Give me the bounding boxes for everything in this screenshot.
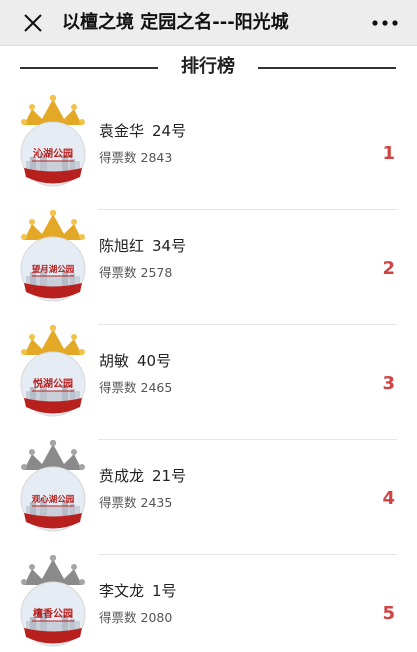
park-label: 沁湖公园	[33, 147, 73, 160]
park-label: 观心湖公园	[32, 494, 75, 504]
avatar: 望月湖公园	[20, 210, 86, 302]
rank-number: 1	[382, 143, 395, 164]
ranking-list-item[interactable]: 望月湖公园 陈旭红 34号 得票数 2578 2	[0, 210, 417, 325]
avatar: 沁湖公园	[20, 95, 86, 187]
header-divider-left	[20, 67, 158, 69]
crown-icon	[21, 325, 85, 355]
ranking-list-item[interactable]: 悦湖公园 胡敏 40号 得票数 2465 3	[0, 325, 417, 440]
vote-count: 2465	[140, 380, 173, 395]
park-label: 望月湖公园	[32, 264, 75, 274]
crown-icon	[21, 95, 85, 125]
crown-icon	[21, 555, 85, 585]
vote-count: 2578	[140, 265, 173, 280]
votes-label: 得票数	[99, 150, 137, 165]
contestant-name: 胡敏	[99, 352, 130, 370]
vote-count: 2843	[140, 150, 173, 165]
rank-number: 2	[382, 258, 395, 279]
vote-count: 2435	[140, 495, 173, 510]
rank-number: 4	[382, 488, 395, 509]
crown-icon	[21, 210, 85, 240]
contestant-number: 1号	[152, 582, 177, 600]
ranking-list-item[interactable]: 檀香公园 李文龙 1号 得票数 2080 5	[0, 555, 417, 652]
rank-number: 5	[382, 603, 395, 624]
contestant-name: 李文龙	[99, 582, 145, 600]
park-label: 悦湖公园	[33, 377, 73, 390]
contestant-number: 40号	[137, 352, 172, 370]
contestant-number: 21号	[152, 467, 187, 485]
votes-label: 得票数	[99, 380, 137, 395]
contestant-number: 24号	[152, 122, 187, 140]
close-icon[interactable]	[20, 10, 46, 36]
park-label: 檀香公园	[33, 607, 73, 620]
avatar: 悦湖公园	[20, 325, 86, 417]
vote-count: 2080	[140, 610, 173, 625]
ranking-section-header: 排行榜	[0, 50, 417, 84]
ranking-list-item[interactable]: 沁湖公园 袁金华 24号 得票数 2843 1	[0, 95, 417, 210]
votes-label: 得票数	[99, 495, 137, 510]
contestant-name: 袁金华	[99, 122, 145, 140]
votes-label: 得票数	[99, 610, 137, 625]
votes-label: 得票数	[99, 265, 137, 280]
avatar: 檀香公园	[20, 555, 86, 647]
contestant-name: 贲成龙	[99, 467, 145, 485]
contestant-number: 34号	[152, 237, 187, 255]
header-divider-right	[258, 67, 396, 69]
avatar: 观心湖公园	[20, 440, 86, 532]
ranking-list: 沁湖公园 袁金华 24号 得票数 2843 1 望月湖公园 陈旭红 34号 得票…	[0, 95, 417, 652]
page-title: 以檀之境 定园之名---阳光城	[62, 12, 289, 33]
ranking-title: 排行榜	[181, 56, 235, 77]
more-options-icon[interactable]	[367, 10, 403, 36]
ranking-list-item[interactable]: 观心湖公园 贲成龙 21号 得票数 2435 4	[0, 440, 417, 555]
contestant-name: 陈旭红	[99, 237, 145, 255]
crown-icon	[21, 440, 85, 470]
rank-number: 3	[382, 373, 395, 394]
top-navigation-bar: 以檀之境 定园之名---阳光城	[0, 0, 417, 46]
